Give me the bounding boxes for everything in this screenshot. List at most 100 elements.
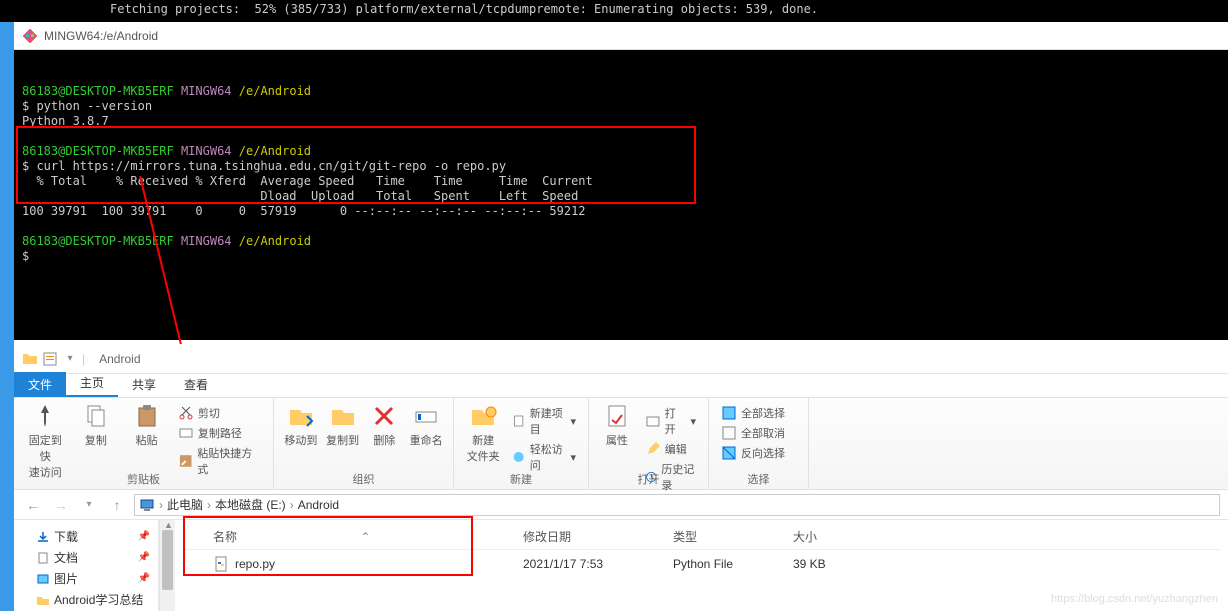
pin-icon: 📌 [138, 531, 150, 542]
path-icon [178, 425, 194, 441]
invert-selection-button[interactable]: 反向选择 [719, 444, 787, 462]
copy-to-icon [329, 402, 357, 430]
ribbon-body: 固定到快 速访问 复制 粘贴 剪切 复制路径 粘贴快捷方式 剪贴板 [14, 398, 1228, 490]
git-bash-icon [22, 28, 38, 44]
chevron-down-icon[interactable]: ▾ [62, 351, 78, 367]
open-button[interactable]: 打开 ▾ [643, 404, 698, 438]
new-item-button[interactable]: 新建项目 ▾ [510, 404, 578, 438]
prompt-mingw: MINGW64 [181, 84, 232, 98]
ribbon-group-select: 全部选择 全部取消 反向选择 选择 [709, 398, 809, 489]
pc-icon [139, 497, 155, 513]
select-all-icon [721, 405, 737, 421]
ribbon-group-new: 新建 文件夹 新建项目 ▾ 轻松访问 ▾ 新建 [454, 398, 589, 489]
terminal-titlebar[interactable]: MINGW64:/e/Android [14, 22, 1228, 50]
tree-item-downloads[interactable]: 下载📌 [18, 526, 154, 547]
file-size: 39 KB [793, 557, 873, 571]
easy-access-icon [512, 449, 525, 465]
easy-access-button[interactable]: 轻松访问 ▾ [510, 440, 578, 474]
term-line: 100 39791 100 39791 0 0 57919 0 --:--:--… [22, 204, 586, 218]
properties-icon[interactable] [42, 351, 58, 367]
back-button[interactable]: ← [22, 494, 44, 516]
copy-path-button[interactable]: 复制路径 [176, 424, 263, 442]
breadcrumb-drive[interactable]: 本地磁盘 (E:) [215, 496, 286, 513]
picture-icon [36, 572, 50, 586]
tab-share[interactable]: 共享 [118, 372, 170, 397]
breadcrumb-this-pc[interactable]: 此电脑 [167, 496, 203, 513]
terminal-body[interactable]: 86183@DESKTOP-MKB5ERF MINGW64 /e/Android… [14, 50, 1228, 340]
download-icon [36, 530, 50, 544]
scrollbar-thumb[interactable] [162, 530, 173, 590]
edit-icon [645, 441, 661, 457]
blank-line [22, 219, 29, 233]
ribbon-group-clipboard: 固定到快 速访问 复制 粘贴 剪切 复制路径 粘贴快捷方式 剪贴板 [14, 398, 274, 489]
quick-access-toolbar: ▾ | [22, 351, 85, 367]
explorer-titlebar[interactable]: ▾ | Android [14, 344, 1228, 374]
ribbon-tabs: 文件 主页 共享 查看 [14, 374, 1228, 398]
select-none-button[interactable]: 全部取消 [719, 424, 787, 442]
tab-view[interactable]: 查看 [170, 372, 222, 397]
shortcut-icon [178, 453, 193, 469]
group-label-open: 打开 [589, 471, 708, 487]
breadcrumb-folder[interactable]: Android [298, 498, 339, 512]
explorer-window: ▾ | Android 文件 主页 共享 查看 固定到快 速访问 复制 [14, 344, 1228, 611]
blank-line [22, 69, 29, 83]
column-size[interactable]: 大小 [793, 528, 873, 545]
terminal-window: MINGW64:/e/Android 86183@DESKTOP-MKB5ERF… [14, 22, 1228, 340]
new-folder-icon [469, 402, 497, 430]
pin-icon: 📌 [138, 552, 150, 563]
properties-icon [603, 402, 631, 430]
delete-icon [370, 402, 398, 430]
edit-button[interactable]: 编辑 [643, 440, 698, 458]
column-date[interactable]: 修改日期 [523, 528, 673, 545]
term-line: $ [22, 249, 29, 263]
navigation-tree[interactable]: 下载📌 文档📌 图片📌 Android学习总结 Study [14, 520, 159, 611]
paste-icon [133, 402, 161, 430]
chevron-right-icon[interactable]: › [207, 498, 211, 512]
open-icon [645, 413, 661, 429]
recent-button[interactable]: ▾ [78, 494, 100, 516]
left-stripe [0, 22, 14, 611]
pin-icon [31, 402, 59, 430]
scroll-up-icon[interactable]: ▲ [164, 520, 173, 530]
move-icon [287, 402, 315, 430]
term-line: $ python --version [22, 99, 152, 113]
copy-icon [82, 402, 110, 430]
forward-button[interactable]: → [50, 494, 72, 516]
group-label-clipboard: 剪贴板 [14, 471, 273, 487]
prompt-user: 86183@DESKTOP-MKB5ERF [22, 84, 174, 98]
terminal-title: MINGW64:/e/Android [44, 29, 158, 43]
tree-scrollbar[interactable]: ▲ [159, 520, 175, 611]
select-all-button[interactable]: 全部选择 [719, 404, 787, 422]
prompt-mingw: MINGW64 [181, 234, 232, 248]
folder-icon[interactable] [22, 351, 38, 367]
rename-icon [412, 402, 440, 430]
ribbon-group-organize: 移动到 复制到 删除 重命名 组织 [274, 398, 454, 489]
scissors-icon [178, 405, 194, 421]
file-date: 2021/1/17 7:53 [523, 557, 673, 571]
tab-home[interactable]: 主页 [66, 370, 118, 397]
prompt-path: /e/Android [239, 84, 311, 98]
group-label-new: 新建 [454, 471, 588, 487]
annotation-red-box-terminal [16, 126, 696, 204]
separator: | [82, 352, 85, 366]
tree-item-android-study[interactable]: Android学习总结 [18, 589, 154, 610]
annotation-red-box-file [183, 516, 473, 576]
group-label-select: 选择 [709, 471, 808, 487]
select-none-icon [721, 425, 737, 441]
breadcrumb[interactable]: › 此电脑 › 本地磁盘 (E:) › Android [134, 494, 1220, 516]
column-type[interactable]: 类型 [673, 528, 793, 545]
prompt-path: /e/Android [239, 234, 311, 248]
cut-button[interactable]: 剪切 [176, 404, 263, 422]
pin-icon: 📌 [138, 573, 150, 584]
chevron-right-icon[interactable]: › [159, 498, 163, 512]
file-type: Python File [673, 557, 793, 571]
chevron-right-icon[interactable]: › [290, 498, 294, 512]
tree-item-pictures[interactable]: 图片📌 [18, 568, 154, 589]
new-item-icon [512, 413, 525, 429]
folder-icon [36, 593, 50, 607]
tab-file[interactable]: 文件 [14, 372, 66, 397]
group-label-organize: 组织 [274, 471, 453, 487]
watermark: https://blog.csdn.net/yuzhangzhen [1051, 593, 1218, 605]
up-button[interactable]: ↑ [106, 494, 128, 516]
tree-item-documents[interactable]: 文档📌 [18, 547, 154, 568]
